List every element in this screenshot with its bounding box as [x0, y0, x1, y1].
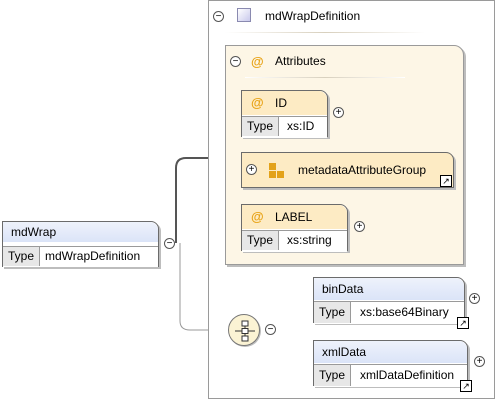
attribute-group-metadataattributegroup[interactable]: + metadataAttributeGroup ↗	[241, 152, 454, 188]
sequence-compositor[interactable]	[228, 314, 260, 346]
attribute-id[interactable]: @ ID Type xs:ID	[241, 90, 328, 138]
child-xmldata-expand-toggle[interactable]: +	[474, 356, 485, 367]
attribute-id-type-value: xs:ID	[287, 119, 315, 133]
attribute-label-type-value: xs:string	[287, 233, 332, 247]
child-bindata-type-row: Type xs:base64Binary	[314, 301, 464, 324]
expand-icon: +	[356, 220, 363, 232]
collapse-icon: −	[166, 237, 173, 249]
child-xmldata-header: xmlData	[314, 341, 467, 363]
complex-type-icon	[237, 8, 251, 22]
attribute-group-expand-toggle[interactable]: +	[246, 164, 257, 175]
attribute-label[interactable]: @ LABEL Type xs:string	[241, 204, 348, 252]
child-xmldata-type-value: xmlDataDefinition	[360, 368, 455, 382]
child-xmldata-type-row: Type xmlDataDefinition	[314, 364, 467, 387]
attribute-label-type-label: Type	[242, 231, 279, 250]
root-type-value: mdWrapDefinition	[45, 249, 141, 263]
attributes-collapse-toggle[interactable]: −	[230, 56, 241, 67]
sequence-icon	[235, 320, 255, 342]
expand-icon: +	[471, 292, 478, 304]
collapse-icon: −	[215, 10, 222, 22]
child-bindata-header: binData	[314, 278, 464, 300]
attribute-label-expand-toggle[interactable]: +	[354, 221, 365, 232]
reference-arrow-icon: ↗	[440, 175, 452, 187]
child-xmldata-type-label: Type	[314, 365, 351, 386]
at-icon: @	[251, 95, 264, 110]
child-element-bindata[interactable]: binData Type xs:base64Binary ↗	[313, 277, 469, 329]
child-bindata-expand-toggle[interactable]: +	[469, 293, 480, 304]
reference-arrow-icon: ↗	[460, 380, 472, 392]
child-bindata-type-label: Type	[314, 302, 351, 323]
attribute-id-type-label: Type	[242, 117, 279, 136]
attribute-group-name: metadataAttributeGroup	[298, 163, 427, 177]
complex-type-collapse-toggle[interactable]: −	[213, 11, 224, 22]
complex-type-name: mdWrapDefinition	[265, 9, 361, 23]
attributes-header: Attributes	[275, 54, 326, 68]
collapse-icon: −	[232, 55, 239, 67]
expand-icon: +	[335, 106, 342, 118]
at-icon: @	[251, 209, 264, 224]
child-bindata-type-value: xs:base64Binary	[360, 305, 449, 319]
attribute-label-name: LABEL	[275, 210, 313, 224]
attribute-label-header: @ LABEL	[242, 205, 347, 229]
expand-icon: +	[248, 163, 255, 175]
attribute-id-expand-toggle[interactable]: +	[333, 107, 344, 118]
reference-arrow-icon: ↗	[457, 317, 469, 329]
attribute-id-type-row: Type xs:ID	[242, 116, 327, 138]
complex-type-divider	[225, 32, 425, 33]
root-element-header: mdWrap	[3, 222, 158, 242]
child-element-xmldata[interactable]: xmlData Type xmlDataDefinition ↗	[313, 340, 472, 392]
attribute-label-type-row: Type xs:string	[242, 230, 347, 252]
expand-icon: +	[476, 355, 483, 367]
root-type-label: Type	[3, 247, 40, 266]
collapse-icon: −	[267, 323, 274, 335]
child-bindata-name: binData	[322, 282, 364, 296]
root-type-row: Type mdWrapDefinition	[3, 246, 158, 267]
attribute-id-name: ID	[275, 96, 287, 110]
attributes-divider	[245, 77, 405, 78]
root-element-mdwrap[interactable]: mdWrap Type mdWrapDefinition	[2, 221, 159, 267]
attributes-at-icon: @	[251, 54, 264, 69]
sequence-collapse-toggle[interactable]: −	[265, 324, 276, 335]
attribute-group-icon	[269, 163, 285, 179]
child-xmldata-name: xmlData	[322, 345, 367, 359]
root-element-name: mdWrap	[11, 225, 57, 239]
attribute-id-header: @ ID	[242, 91, 327, 115]
root-collapse-toggle[interactable]: −	[164, 238, 175, 249]
